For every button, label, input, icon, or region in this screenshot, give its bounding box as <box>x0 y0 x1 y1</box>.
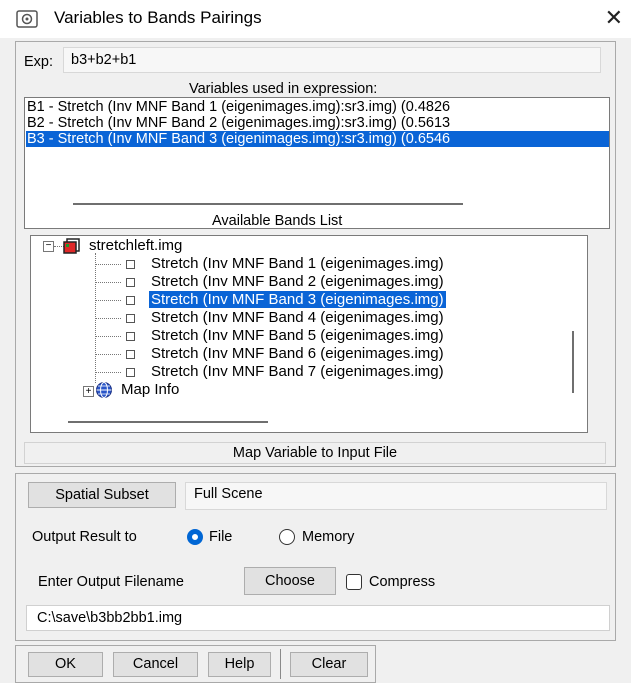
compress-label[interactable]: Compress <box>369 574 435 590</box>
output-filename-value: C:\save\b3bb2bb1.img <box>37 610 183 626</box>
button-row: OK Cancel Help Clear <box>15 645 376 683</box>
variable-item-b2[interactable]: B2 - Stretch (Inv MNF Band 2 (eigenimage… <box>26 115 609 131</box>
bands-horizontal-scrollbar[interactable] <box>68 421 268 423</box>
settings-window-icon[interactable] <box>16 10 38 28</box>
tree-file-node[interactable]: stretchleft.img <box>87 236 184 255</box>
variable-item-b1[interactable]: B1 - Stretch (Inv MNF Band 1 (eigenimage… <box>26 99 609 115</box>
spatial-subset-value: Full Scene <box>194 486 263 502</box>
button-separator <box>280 649 281 679</box>
output-result-label: Output Result to <box>32 529 137 545</box>
file-radio[interactable] <box>187 529 203 545</box>
tree-band-item[interactable]: Stretch (Inv MNF Band 6 (eigenimages.img… <box>149 344 446 363</box>
output-filename-label: Enter Output Filename <box>38 574 184 590</box>
close-icon[interactable]: ✕ <box>605 5 623 31</box>
tree-band-item[interactable]: Stretch (Inv MNF Band 2 (eigenimages.img… <box>149 272 446 291</box>
globe-icon <box>96 382 112 398</box>
memory-radio-label[interactable]: Memory <box>302 529 354 545</box>
cancel-button[interactable]: Cancel <box>113 652 198 677</box>
window-title: Variables to Bands Pairings <box>54 8 262 27</box>
bands-vertical-scrollbar[interactable] <box>572 331 574 393</box>
output-panel: Spatial Subset Full Scene Output Result … <box>15 473 616 641</box>
choose-button[interactable]: Choose <box>244 567 336 595</box>
tree-map-info[interactable]: Map Info <box>119 380 181 399</box>
expression-field <box>63 47 601 73</box>
bands-tree[interactable]: − stretchleft.img Stretch (Inv MNF Band … <box>30 235 588 433</box>
file-radio-label[interactable]: File <box>209 529 232 545</box>
clear-button[interactable]: Clear <box>290 652 368 677</box>
output-filename-input[interactable]: C:\save\b3bb2bb1.img <box>26 605 610 631</box>
expression-label: Exp: <box>24 54 54 70</box>
tree-band-item[interactable]: Stretch (Inv MNF Band 7 (eigenimages.img… <box>149 362 446 381</box>
tree-band-item[interactable]: Stretch (Inv MNF Band 4 (eigenimages.img… <box>149 308 446 327</box>
variables-horizontal-scrollbar[interactable] <box>73 203 463 205</box>
memory-radio[interactable] <box>279 529 295 545</box>
variable-item-b3[interactable]: B3 - Stretch (Inv MNF Band 3 (eigenimage… <box>26 131 609 147</box>
expression-panel: Exp: b3+b2+b1 Variables used in expressi… <box>15 41 616 467</box>
spatial-subset-button[interactable]: Spatial Subset <box>28 482 176 508</box>
expand-icon[interactable]: + <box>83 386 94 397</box>
tree-band-item[interactable]: Stretch (Inv MNF Band 1 (eigenimages.img… <box>149 254 446 273</box>
help-button[interactable]: Help <box>208 652 271 677</box>
title-bar: Variables to Bands Pairings ✕ <box>0 0 631 38</box>
expression-value: b3+b2+b1 <box>71 52 137 68</box>
collapse-icon[interactable]: − <box>43 241 54 252</box>
tree-band-item-selected[interactable]: Stretch (Inv MNF Band 3 (eigenimages.img… <box>148 290 447 309</box>
file-name: stretchleft.img <box>89 237 183 254</box>
image-file-icon <box>63 238 80 254</box>
ok-button[interactable]: OK <box>28 652 103 677</box>
tree-band-item[interactable]: Stretch (Inv MNF Band 5 (eigenimages.img… <box>149 326 446 345</box>
compress-checkbox[interactable] <box>346 574 362 590</box>
bands-header: Available Bands List <box>212 213 343 229</box>
variables-list[interactable]: B1 - Stretch (Inv MNF Band 1 (eigenimage… <box>24 97 610 229</box>
map-variable-button[interactable]: Map Variable to Input File <box>24 442 606 464</box>
variables-header: Variables used in expression: <box>189 81 378 97</box>
